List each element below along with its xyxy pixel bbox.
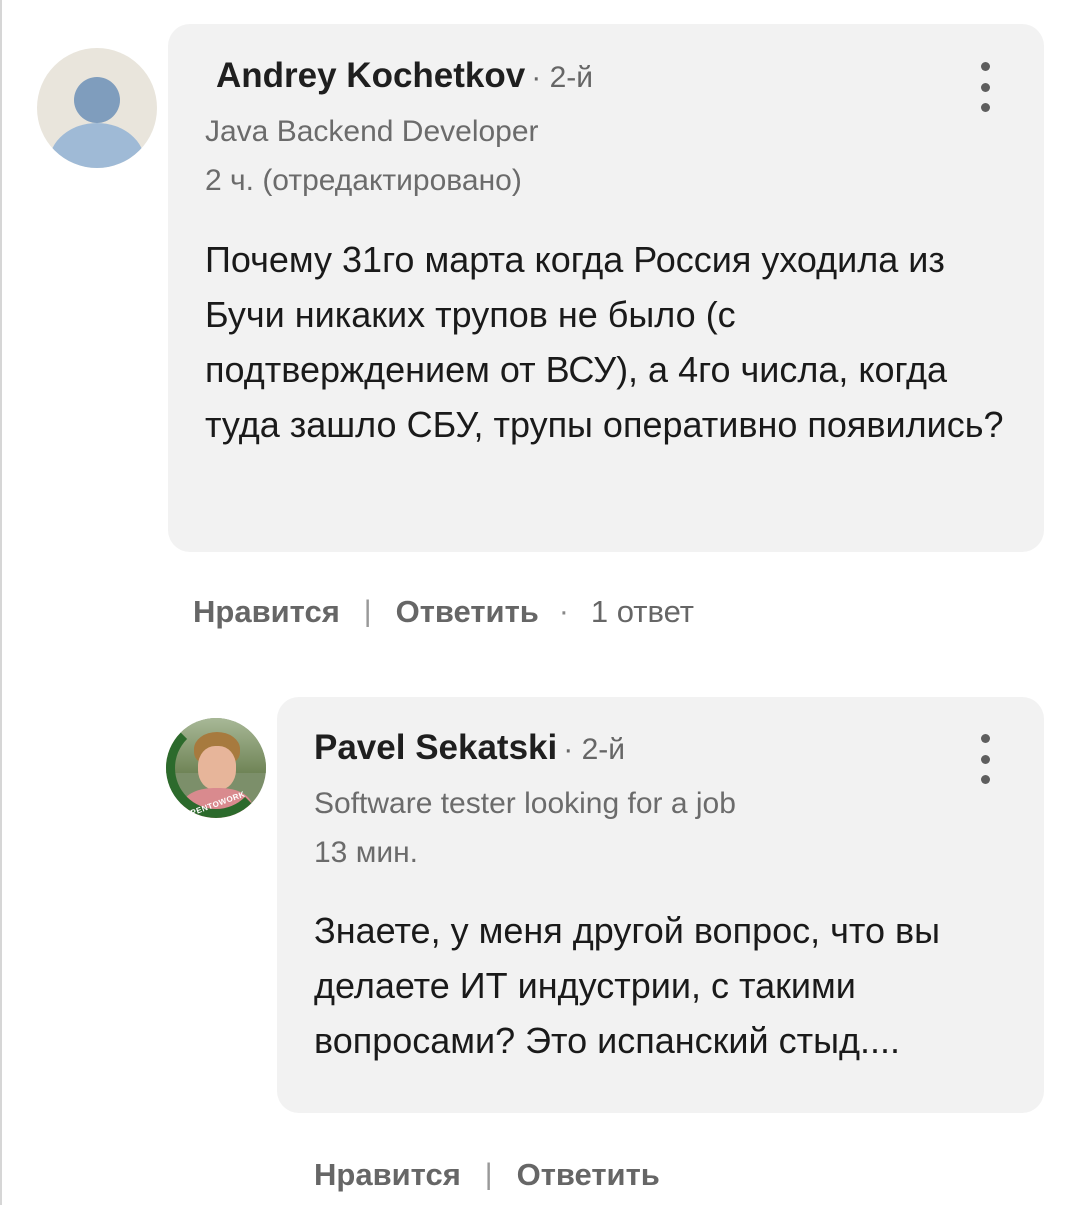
comment-author-row: Andrey Kochetkov · 2-й xyxy=(216,56,593,96)
action-separator: | xyxy=(363,595,372,628)
reply-connection-degree: · 2-й xyxy=(563,733,626,766)
comment-timestamp: 2 ч. (отредактировано) xyxy=(205,164,522,197)
comment-author-name[interactable]: Andrey Kochetkov xyxy=(216,56,525,96)
reply-like-button[interactable]: Нравится xyxy=(314,1157,461,1193)
reply-text: Знаете, у меня другой вопрос, что вы дел… xyxy=(314,910,940,1061)
reply-author-headline: Software tester looking for a job xyxy=(314,787,736,820)
comment-actions: Нравится | Ответить · 1 ответ xyxy=(193,594,694,630)
comment-more-options-button[interactable] xyxy=(973,62,997,112)
comment-connection-degree: · 2-й xyxy=(531,61,594,94)
reply-actions: Нравится | Ответить xyxy=(314,1157,660,1193)
person-silhouette-icon xyxy=(74,77,120,123)
reply-more-options-button[interactable] xyxy=(973,734,997,784)
comment-text: Почему 31го марта когда Россия уходила и… xyxy=(205,239,1004,445)
commenter-avatar[interactable] xyxy=(37,48,157,168)
dot-separator: · xyxy=(558,595,569,628)
reply-reply-button[interactable]: Ответить xyxy=(517,1157,660,1193)
reply-author-row: Pavel Sekatski · 2-й xyxy=(314,728,625,768)
comment-like-button[interactable]: Нравится xyxy=(193,594,340,630)
reply-timestamp: 13 мин. xyxy=(314,836,418,869)
more-options-icon xyxy=(980,734,990,743)
comment-reply-button[interactable]: Ответить xyxy=(396,594,539,630)
more-options-icon xyxy=(980,62,990,71)
comment-replies-count[interactable]: 1 ответ xyxy=(591,594,694,630)
reply-author-name[interactable]: Pavel Sekatski xyxy=(314,728,557,768)
comment-author-headline: Java Backend Developer xyxy=(205,115,539,148)
left-edge-divider xyxy=(0,0,2,1205)
action-separator: | xyxy=(484,1158,493,1191)
